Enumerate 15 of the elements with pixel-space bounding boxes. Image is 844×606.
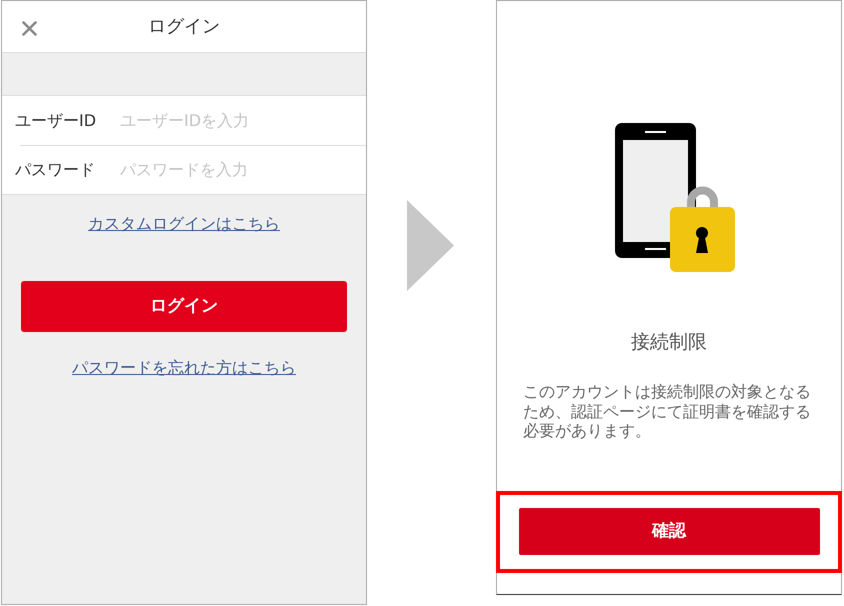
input-field[interactable]: ユーザーIDを入力 <box>114 102 362 138</box>
restriction-message: このアカウントは接続制限の対象となるため、認証ページにて証明書を確認する必要があります。 <box>522 382 812 440</box>
right-arrow-icon <box>407 200 454 291</box>
close-icon <box>22 21 37 36</box>
screen-title: ログイン <box>148 15 220 39</box>
field-label: パスワード <box>14 158 96 180</box>
screen-title: 接続制限 <box>631 330 707 354</box>
close-button[interactable] <box>19 18 40 39</box>
confirm-button[interactable]: 確認 <box>518 508 820 555</box>
input-field[interactable]: パスワードを入力 <box>114 152 362 188</box>
field-label: ユーザーID <box>14 110 98 132</box>
forgot-password-link[interactable]: パスワードを忘れた方はこちら <box>72 357 296 379</box>
phone-lock-icon <box>615 123 735 272</box>
login-button[interactable]: ログイン <box>21 281 347 332</box>
custom-login-link[interactable]: カスタムログインはこちら <box>88 213 280 235</box>
